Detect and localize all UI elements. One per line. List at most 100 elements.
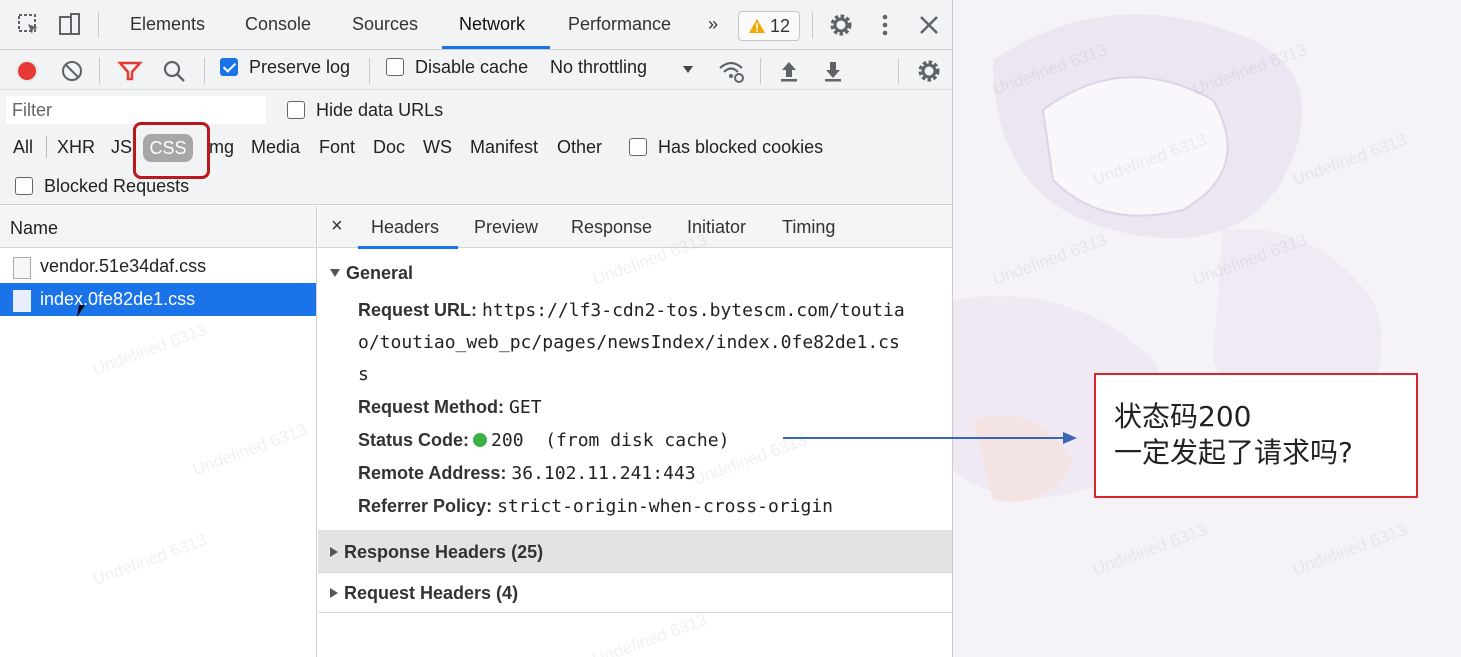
dropdown-arrow-icon[interactable] (678, 62, 698, 78)
preserve-log-checkbox[interactable]: Preserve log (220, 57, 350, 78)
tab-preview[interactable]: Preview (474, 217, 538, 238)
devtools-panel: Elements Console Sources Network Perform… (0, 0, 953, 657)
tab-elements[interactable]: Elements (130, 14, 205, 35)
divider (812, 12, 813, 38)
general-section-toggle[interactable]: General (330, 263, 413, 284)
request-headers-title: Request Headers (4) (344, 583, 519, 603)
checkbox-checked[interactable] (220, 58, 238, 76)
checkbox-unchecked[interactable] (287, 101, 305, 119)
type-filter-doc[interactable]: Doc (373, 137, 405, 158)
request-url-value: https://lf3-cdn2-tos.bytescm.com/toutia (482, 300, 905, 321)
more-options-icon[interactable] (872, 12, 898, 38)
remote-address-label: Remote Address: (358, 463, 507, 483)
inspect-element-icon[interactable] (16, 12, 42, 38)
expanded-triangle-icon (330, 269, 340, 277)
status-ok-icon (473, 433, 488, 447)
divider (98, 12, 99, 38)
referrer-policy-label: Referrer Policy: (358, 496, 493, 516)
more-tabs-button[interactable]: » (708, 14, 718, 35)
css-highlight-box (133, 122, 210, 179)
import-har-icon[interactable] (776, 58, 802, 84)
type-filter-all[interactable]: All (13, 137, 33, 158)
filter-bar: Hide data URLs All XHR JS CSS Img Media … (0, 90, 952, 205)
close-details-icon[interactable]: × (331, 215, 343, 238)
request-headers-toggle[interactable]: Request Headers (4) (330, 583, 518, 604)
status-code-row: Status Code: 200 (from disk cache) (358, 430, 729, 451)
warning-icon (748, 19, 765, 33)
record-icon[interactable] (14, 58, 40, 84)
network-settings-gear-icon[interactable] (916, 58, 942, 84)
clear-icon[interactable] (59, 58, 85, 84)
response-headers-toggle[interactable]: Response Headers (25) (330, 542, 543, 563)
warning-counter[interactable]: 12 (738, 11, 800, 41)
device-toolbar-icon[interactable] (56, 12, 82, 38)
type-filter-xhr[interactable]: XHR (57, 137, 95, 158)
annotation-arrow-icon (783, 432, 1077, 444)
devtools-tabbar: Elements Console Sources Network Perform… (0, 0, 952, 50)
collapsed-triangle-icon (330, 588, 338, 598)
callout-line-2: 一定发起了请求吗? (1114, 436, 1353, 469)
export-har-icon[interactable] (820, 58, 846, 84)
name-column-header[interactable]: Name (0, 206, 316, 248)
slide-background (953, 0, 1461, 657)
blocked-requests-label: Blocked Requests (44, 176, 190, 196)
request-name: index.0fe82de1.css (40, 289, 196, 309)
network-conditions-icon[interactable] (718, 58, 744, 84)
request-list: Name vendor.51e34daf.css index.0fe82de1.… (0, 206, 317, 657)
request-row-selected[interactable]: index.0fe82de1.css (0, 283, 316, 316)
type-filter-font[interactable]: Font (319, 137, 355, 158)
request-url-row: Request URL: https://lf3-cdn2-tos.bytesc… (358, 300, 905, 321)
remote-address-row: Remote Address: 36.102.11.241:443 (358, 463, 696, 484)
tab-network[interactable]: Network (459, 14, 525, 35)
filter-input[interactable] (6, 96, 266, 124)
request-method-label: Request Method: (358, 397, 504, 417)
request-url-label: Request URL: (358, 300, 478, 320)
tab-performance[interactable]: Performance (568, 14, 671, 35)
blocked-requests-checkbox[interactable]: Blocked Requests (15, 176, 189, 197)
divider (369, 58, 370, 84)
has-blocked-cookies-checkbox[interactable]: Has blocked cookies (629, 137, 823, 158)
divider (99, 58, 100, 84)
search-icon[interactable] (161, 58, 187, 84)
settings-gear-icon[interactable] (828, 12, 854, 38)
general-title: General (346, 263, 414, 283)
collapsed-triangle-icon (330, 547, 338, 557)
file-icon (13, 257, 31, 279)
type-filter-manifest[interactable]: Manifest (470, 137, 538, 158)
divider (318, 572, 952, 573)
close-icon[interactable] (916, 12, 942, 38)
type-filter-ws[interactable]: WS (423, 137, 452, 158)
type-filter-other[interactable]: Other (557, 137, 602, 158)
response-headers-title: Response Headers (25) (344, 542, 544, 562)
request-name: vendor.51e34daf.css (40, 256, 207, 276)
tab-headers[interactable]: Headers (371, 217, 439, 238)
hide-data-urls-checkbox[interactable]: Hide data URLs (287, 100, 443, 121)
illustration-background (953, 14, 1382, 502)
tab-response[interactable]: Response (571, 217, 652, 238)
tab-timing[interactable]: Timing (782, 217, 835, 238)
status-code-value: 200 (from disk cache) (491, 430, 730, 451)
file-icon (13, 290, 31, 312)
tab-console[interactable]: Console (245, 14, 311, 35)
tab-sources[interactable]: Sources (352, 14, 418, 35)
checkbox-unchecked[interactable] (15, 177, 33, 195)
throttling-select[interactable]: No throttling (550, 57, 647, 78)
checkbox-unchecked[interactable] (386, 58, 404, 76)
divider (46, 136, 47, 158)
tab-initiator[interactable]: Initiator (687, 217, 746, 238)
referrer-policy-value: strict-origin-when-cross-origin (497, 496, 834, 517)
request-url-value-line2: o/toutiao_web_pc/pages/newsIndex/index.0… (358, 332, 900, 353)
callout-line-1: 状态码200 (1114, 400, 1252, 433)
type-filter-js[interactable]: JS (111, 137, 132, 158)
request-method-row: Request Method: GET (358, 397, 542, 418)
active-tab-indicator (442, 46, 550, 49)
callout-box: 状态码200 一定发起了请求吗? (1094, 373, 1418, 498)
filter-icon[interactable] (117, 58, 143, 84)
disable-cache-label: Disable cache (415, 57, 529, 77)
hide-data-urls-label: Hide data URLs (316, 100, 444, 120)
checkbox-unchecked[interactable] (629, 138, 647, 156)
warning-count: 12 (769, 15, 791, 36)
request-row[interactable]: vendor.51e34daf.css (0, 250, 316, 283)
disable-cache-checkbox[interactable]: Disable cache (386, 57, 528, 78)
type-filter-media[interactable]: Media (251, 137, 300, 158)
